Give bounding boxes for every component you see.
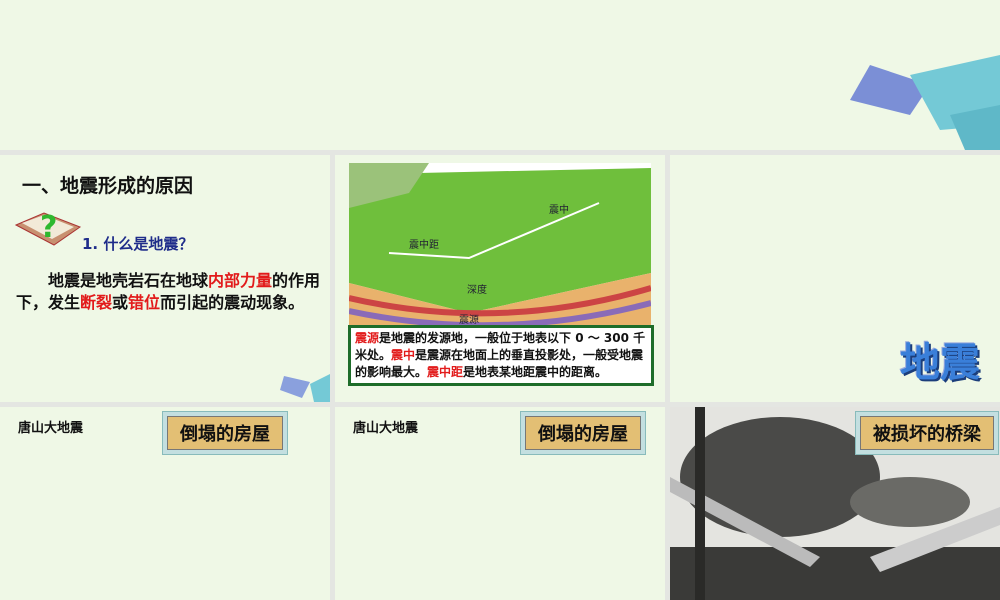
highlight-term: 断裂 xyxy=(80,293,113,312)
slide-2[interactable]: 一、地震形成的原因 ? 1. 什么是地震？ 地震是地壳岩石在地球内部力量的作用下… xyxy=(0,155,330,402)
definition-box: 震源是地震的发源地，一般位于地表以下 0 ～ 300 千米处。震中是震源在地面上… xyxy=(348,325,654,386)
slide-5[interactable]: 唐山大地震 倒塌的房屋 xyxy=(0,407,330,600)
highlight-term: 震中距 xyxy=(427,365,464,379)
slide-title: 一、地震形成的原因 xyxy=(22,175,194,197)
label-tag: 倒塌的房屋 xyxy=(520,411,646,455)
label-tag: 倒塌的房屋 xyxy=(162,411,288,455)
label-text: 倒塌的房屋 xyxy=(525,416,641,450)
label-text: 被损坏的桥梁 xyxy=(860,416,994,450)
slide-6[interactable]: 唐山大地震 倒塌的房屋 xyxy=(335,407,665,600)
highlight-term: 震中 xyxy=(391,348,416,362)
caption: 唐山大地震 xyxy=(18,421,84,436)
highlight-term: 震源 xyxy=(355,331,380,345)
text-run: 地震是地壳岩石在地球 xyxy=(48,271,209,290)
highlight-term: 错位 xyxy=(128,293,161,312)
text-run: 而引起的震动现象。 xyxy=(160,293,305,312)
slide-7[interactable]: 被损坏的桥梁 xyxy=(670,407,1000,600)
label-text: 倒塌的房屋 xyxy=(167,416,283,450)
question: 1. 什么是地震？ xyxy=(82,235,194,253)
slide-1[interactable] xyxy=(0,0,1000,150)
map-label: 震中 xyxy=(549,203,569,216)
label-tag: 被损坏的桥梁 xyxy=(855,411,999,455)
text-run: 是地表某地距震中的距离。 xyxy=(463,365,608,379)
highlight-term: 内部力量 xyxy=(208,271,273,290)
slide-4[interactable]: 地震 xyxy=(670,155,1000,402)
decorative-shapes xyxy=(280,374,330,402)
map-label: 震中距 xyxy=(409,238,439,251)
decorative-shapes xyxy=(850,55,1000,150)
slide-3[interactable]: 震中距 震中 震源 深度 震源是地震的发源地，一般位于地表以下 0 ～ 300 … xyxy=(335,155,665,402)
epicenter-diagram: 震中距 震中 震源 深度 xyxy=(349,163,651,333)
definition-text: 地震是地壳岩石在地球内部力量的作用下，发生断裂或错位而引起的震动现象。 xyxy=(16,270,328,314)
svg-text:?: ? xyxy=(40,210,57,245)
earthquake-logo: 地震 xyxy=(900,340,980,386)
text-run: 或 xyxy=(112,293,129,312)
caption: 唐山大地震 xyxy=(353,421,419,436)
map-label: 深度 xyxy=(467,283,487,296)
book-question-icon: ? xyxy=(14,210,82,246)
